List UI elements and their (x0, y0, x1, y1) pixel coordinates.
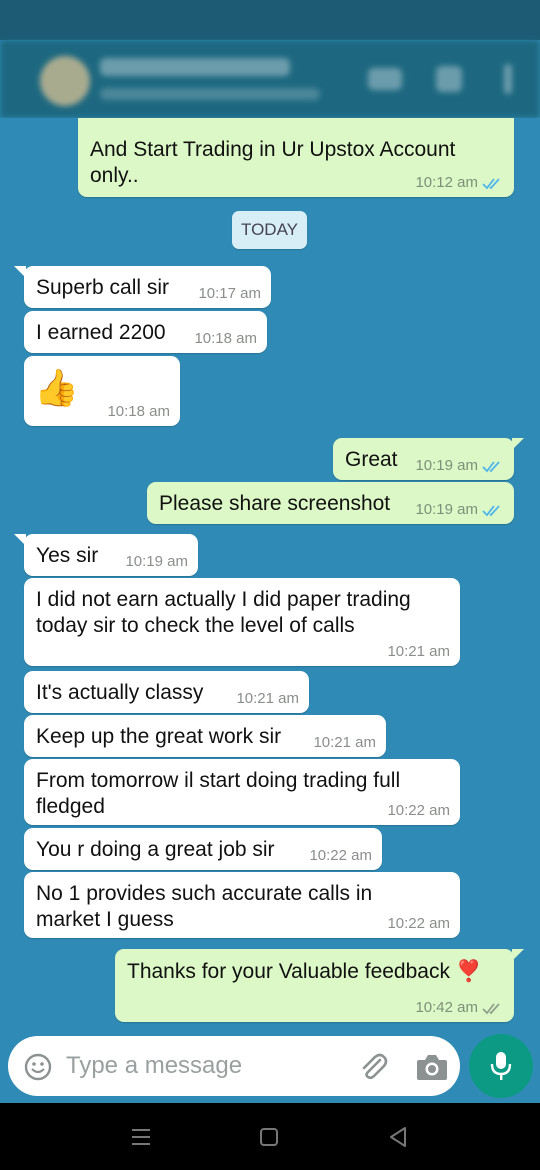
bubble-tail (512, 438, 524, 450)
message-text: No 1 provides such accurate calls in mar… (36, 882, 373, 931)
message-text: Great (345, 448, 398, 471)
message-time: 10:22 am (387, 915, 450, 932)
message-bubble-incoming[interactable]: Superb call sir 10:17 am (14, 266, 271, 308)
message-meta: 10:19 am (415, 458, 504, 474)
message-text: It's actually classy (36, 681, 204, 704)
message-bubble-incoming[interactable]: It's actually classy 10:21 am (24, 671, 309, 713)
message-composer[interactable]: Type a message (8, 1036, 460, 1096)
message-meta: 10:12 am (415, 175, 504, 191)
message-bubble-incoming[interactable]: From tomorrow il start doing trading ful… (24, 759, 460, 825)
message-time: 10:22 am (309, 847, 372, 864)
bubble-tail (14, 266, 26, 278)
message-input[interactable]: Type a message (66, 1052, 242, 1080)
double-check-read-icon (482, 504, 500, 516)
avatar[interactable] (40, 56, 90, 106)
message-bubble-outgoing[interactable]: Please share screenshot 10:19 am (147, 482, 514, 524)
double-check-read-icon (482, 177, 500, 189)
menu-icon[interactable] (504, 64, 512, 94)
date-divider: TODAY (232, 211, 307, 249)
message-bubble-incoming[interactable]: I earned 2200 10:18 am (24, 311, 267, 353)
camera-icon[interactable] (415, 1052, 449, 1082)
message-time: 10:18 am (107, 403, 170, 420)
double-check-sent-icon (482, 1002, 500, 1014)
message-bubble-incoming[interactable]: I did not earn actually I did paper trad… (24, 578, 460, 666)
paperclip-icon[interactable] (356, 1050, 390, 1084)
back-icon[interactable] (388, 1126, 408, 1148)
message-text: Keep up the great work sir (36, 725, 282, 748)
message-bubble-incoming[interactable]: 👍 10:18 am (24, 356, 180, 426)
message-time: 10:12 am (415, 174, 478, 191)
message-bubble-incoming[interactable]: Keep up the great work sir 10:21 am (24, 715, 386, 757)
message-time: 10:21 am (313, 734, 376, 751)
message-text: I did not earn actually I did paper trad… (36, 588, 411, 637)
message-bubble-incoming[interactable]: You r doing a great job sir 10:22 am (24, 828, 382, 870)
message-text: I earned 2200 (36, 321, 166, 344)
message-meta: 10:19 am (415, 502, 504, 518)
message-time: 10:18 am (194, 330, 257, 347)
message-time: 10:22 am (387, 802, 450, 819)
message-bubble-outgoing[interactable]: And Start Trading in Ur Upstox Account o… (78, 118, 514, 197)
thumbs-up-emoji: 👍 (34, 367, 79, 408)
message-time: 10:19 am (125, 553, 188, 570)
status-bar (0, 0, 540, 40)
mic-button[interactable] (469, 1034, 533, 1098)
mic-icon (490, 1052, 512, 1080)
message-time: 10:42 am (415, 999, 478, 1016)
message-text: Yes sir (36, 544, 99, 567)
chat-header (0, 40, 540, 118)
message-bubble-outgoing[interactable]: Great 10:19 am (333, 438, 524, 480)
home-icon[interactable] (259, 1127, 279, 1147)
message-text: Superb call sir (36, 276, 170, 299)
contact-name[interactable] (100, 58, 290, 76)
message-text: You r doing a great job sir (36, 838, 275, 861)
message-text: Please share screenshot (159, 492, 391, 515)
phone-icon[interactable] (436, 66, 462, 92)
message-bubble-outgoing[interactable]: Thanks for your Valuable feedback ❣️ 10:… (115, 949, 524, 1022)
bubble-tail (512, 949, 524, 961)
contact-status (100, 88, 320, 100)
bubble-tail (14, 534, 26, 546)
double-check-read-icon (482, 460, 500, 472)
message-bubble-incoming[interactable]: Yes sir 10:19 am (14, 534, 198, 576)
system-navigation-bar (0, 1103, 540, 1170)
emoji-icon[interactable] (23, 1052, 53, 1082)
message-meta: 10:42 am (415, 1000, 504, 1016)
message-time: 10:19 am (415, 457, 478, 474)
message-time: 10:19 am (415, 501, 478, 518)
message-text: From tomorrow il start doing trading ful… (36, 769, 401, 818)
recent-apps-icon[interactable] (130, 1127, 152, 1147)
message-time: 10:21 am (236, 690, 299, 707)
message-text: Thanks for your Valuable feedback ❣️ (127, 960, 482, 983)
message-bubble-incoming[interactable]: No 1 provides such accurate calls in mar… (24, 872, 460, 938)
video-call-icon[interactable] (368, 68, 402, 90)
message-time: 10:17 am (198, 285, 261, 302)
message-time: 10:21 am (387, 643, 450, 660)
